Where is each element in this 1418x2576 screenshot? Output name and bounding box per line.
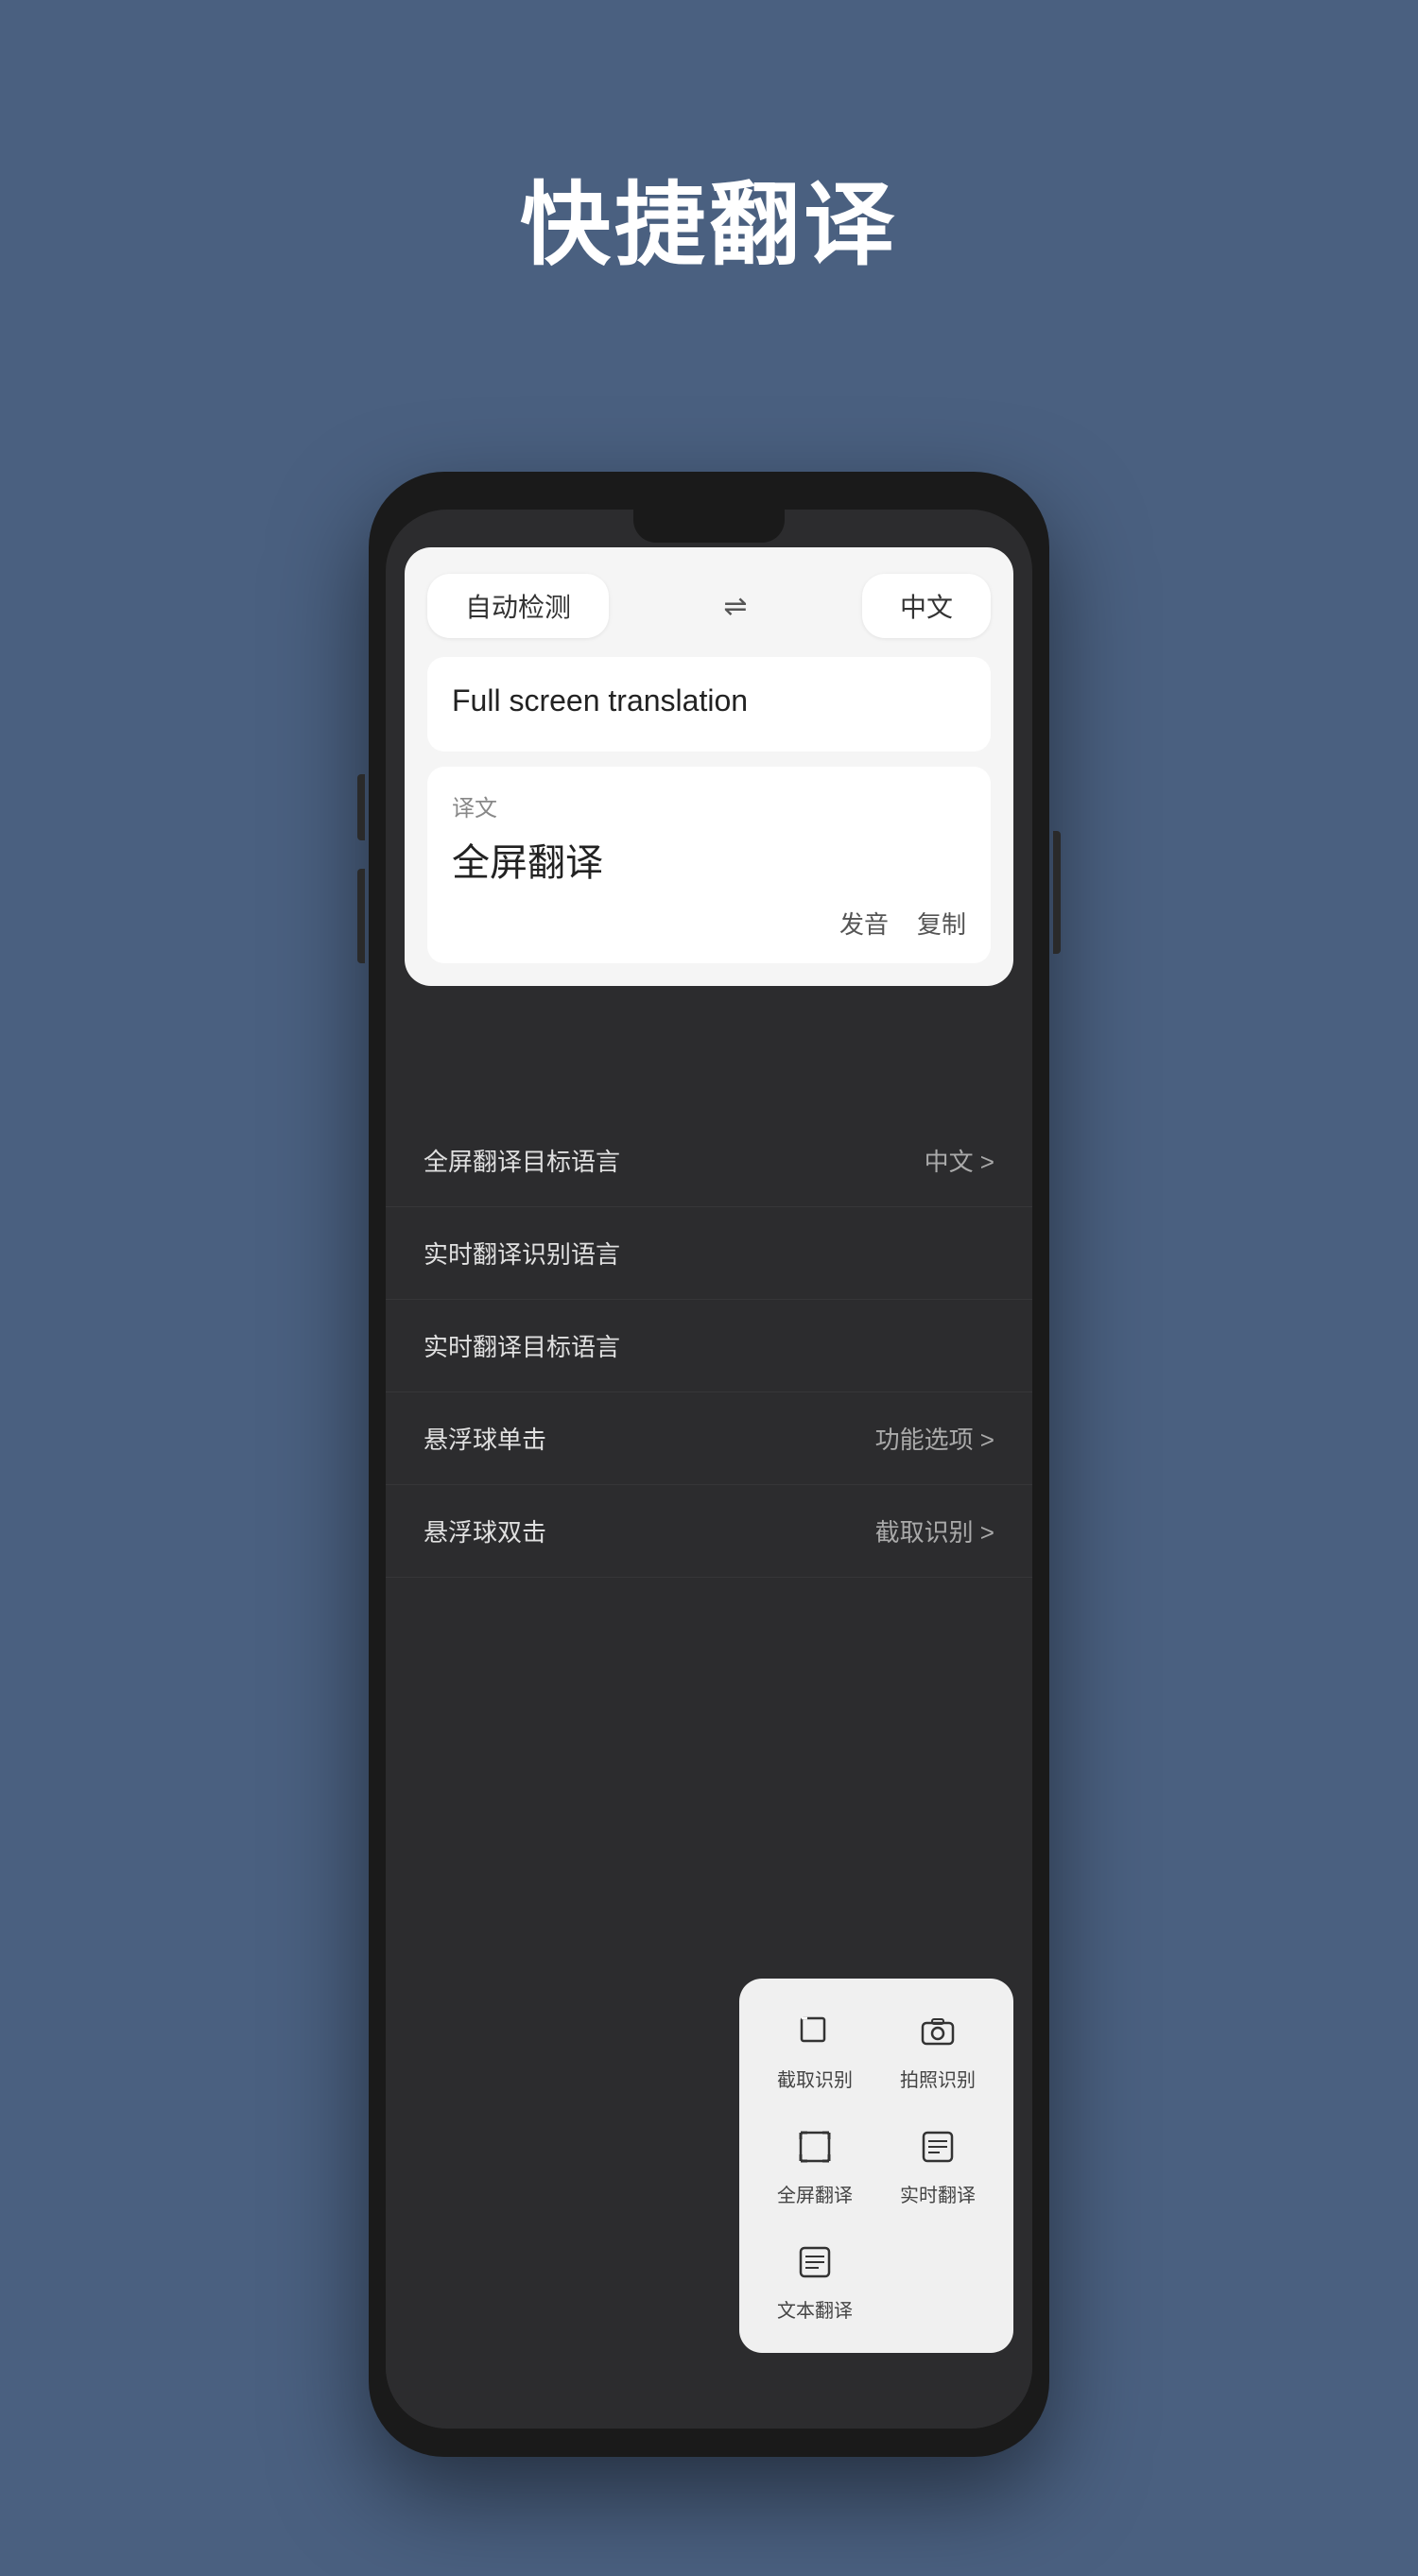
quick-action-fullscreen[interactable]: 全屏翻译 bbox=[758, 2113, 872, 2219]
quick-action-realtime-label: 实时翻译 bbox=[900, 2180, 976, 2207]
copy-button[interactable]: 复制 bbox=[917, 906, 966, 941]
text-icon bbox=[798, 2245, 832, 2288]
settings-item-realtime-target[interactable]: 实时翻译目标语言 bbox=[386, 1300, 1032, 1392]
pronounce-button[interactable]: 发音 bbox=[839, 906, 889, 941]
output-actions: 发音 复制 bbox=[452, 906, 966, 941]
settings-item-label: 悬浮球单击 bbox=[424, 1421, 546, 1456]
lang-selector-row: 自动检测 ⇌ 中文 bbox=[427, 574, 991, 638]
quick-action-crop-label: 截取识别 bbox=[777, 2065, 853, 2092]
quick-action-photo[interactable]: 拍照识别 bbox=[881, 1997, 994, 2103]
settings-item-value: 中文 > bbox=[925, 1143, 994, 1178]
page-title: 快捷翻译 bbox=[520, 151, 898, 283]
source-lang-button[interactable]: 自动检测 bbox=[427, 574, 609, 638]
settings-item-fullscreen-target[interactable]: 全屏翻译目标语言 中文 > bbox=[386, 1115, 1032, 1207]
realtime-icon bbox=[921, 2130, 955, 2172]
settings-item-float-double[interactable]: 悬浮球双击 截取识别 > bbox=[386, 1485, 1032, 1578]
settings-item-value: 截取识别 > bbox=[875, 1513, 994, 1548]
quick-action-text[interactable]: 文本翻译 bbox=[758, 2228, 872, 2334]
quick-action-realtime[interactable]: 实时翻译 bbox=[881, 2113, 994, 2219]
volume-up-button bbox=[357, 774, 365, 840]
settings-item-label: 实时翻译识别语言 bbox=[424, 1236, 620, 1271]
input-box[interactable]: Full screen translation bbox=[427, 657, 991, 752]
quick-action-grid: 截取识别 拍照识别 bbox=[758, 1997, 994, 2334]
power-button bbox=[1053, 831, 1061, 954]
settings-item-value: 功能选项 > bbox=[875, 1421, 994, 1456]
target-lang-button[interactable]: 中文 bbox=[862, 574, 991, 638]
quick-action-text-label: 文本翻译 bbox=[777, 2295, 853, 2323]
camera-icon bbox=[921, 2014, 955, 2057]
crop-icon bbox=[798, 2014, 832, 2057]
quick-action-crop[interactable]: 截取识别 bbox=[758, 1997, 872, 2103]
settings-item-label: 悬浮球双击 bbox=[424, 1513, 546, 1548]
settings-item-realtime-source[interactable]: 实时翻译识别语言 bbox=[386, 1207, 1032, 1300]
input-text: Full screen translation bbox=[452, 680, 966, 722]
translation-text: 全屏翻译 bbox=[452, 832, 966, 887]
output-box: 译文 全屏翻译 发音 复制 bbox=[427, 767, 991, 963]
phone-device: 自动检测 ⇌ 中文 Full screen translation 译文 全屏翻… bbox=[369, 472, 1049, 2457]
settings-item-label: 全屏翻译目标语言 bbox=[424, 1143, 620, 1178]
translation-panel: 自动检测 ⇌ 中文 Full screen translation 译文 全屏翻… bbox=[405, 547, 1013, 986]
quick-action-photo-label: 拍照识别 bbox=[900, 2065, 976, 2092]
translation-label: 译文 bbox=[452, 789, 966, 822]
settings-item-label: 实时翻译目标语言 bbox=[424, 1328, 620, 1363]
quick-action-fullscreen-label: 全屏翻译 bbox=[777, 2180, 853, 2207]
phone-screen: 自动检测 ⇌ 中文 Full screen translation 译文 全屏翻… bbox=[386, 510, 1032, 2429]
settings-item-float-single[interactable]: 悬浮球单击 功能选项 > bbox=[386, 1392, 1032, 1485]
fullscreen-icon bbox=[798, 2130, 832, 2172]
phone-notch bbox=[633, 510, 785, 543]
swap-languages-icon[interactable]: ⇌ bbox=[723, 590, 747, 623]
quick-action-popup: 截取识别 拍照识别 bbox=[739, 1979, 1013, 2353]
volume-down-button bbox=[357, 869, 365, 963]
